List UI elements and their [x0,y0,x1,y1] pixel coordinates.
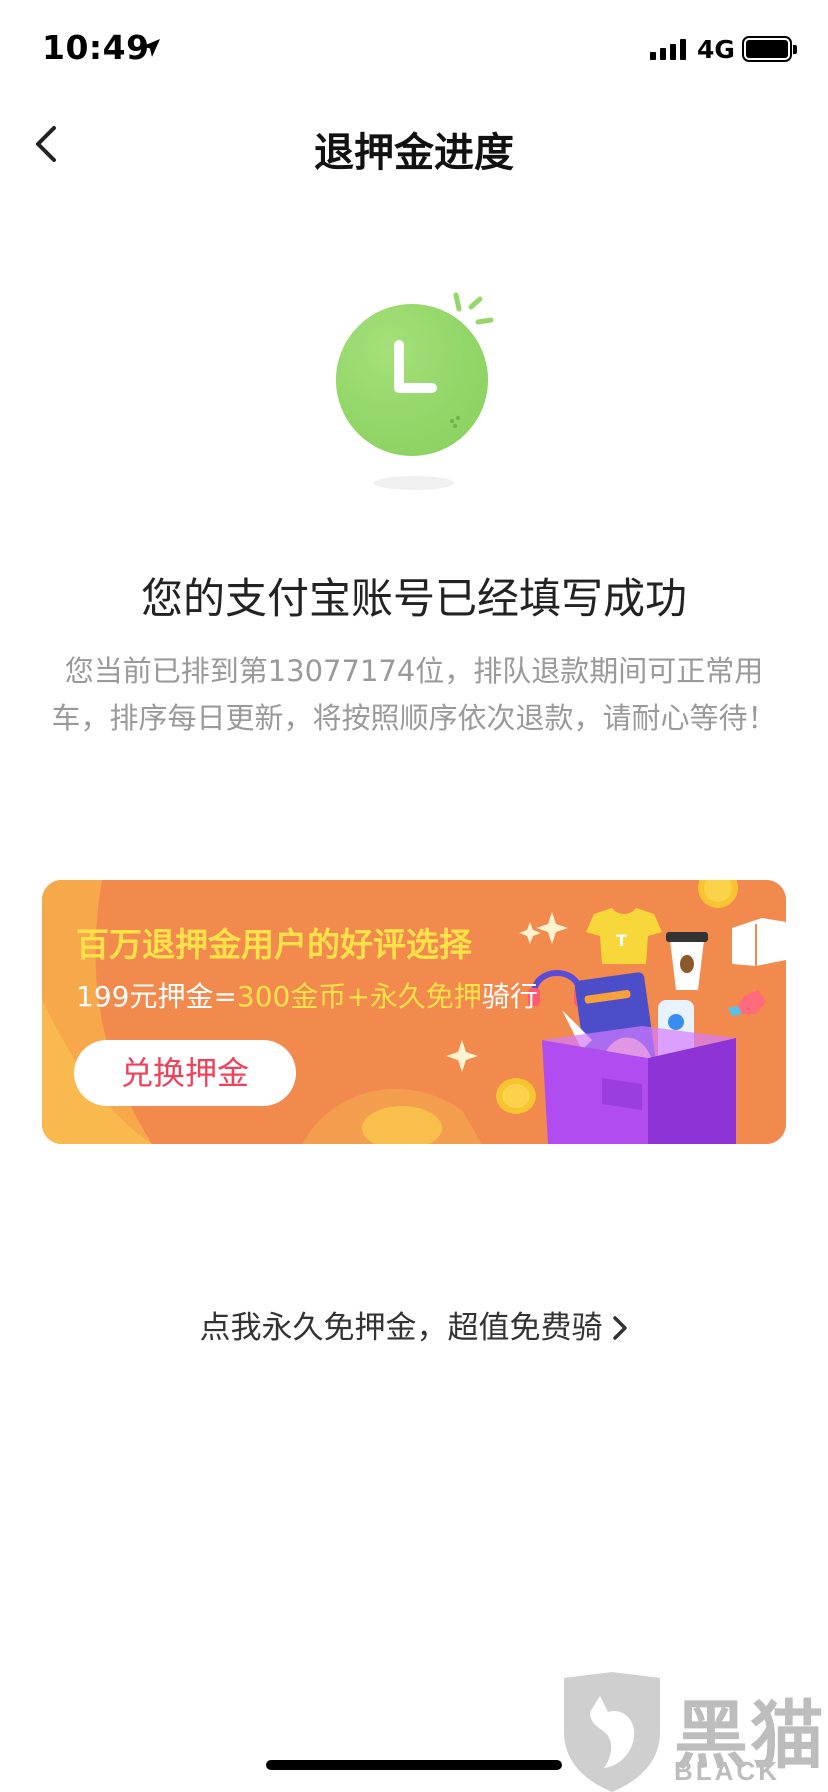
banner-sub-part3: 骑行 [481,980,538,1013]
promo-banner[interactable]: T 百万退押金用户的好评选择 199元押金=300金币+永久免押骑行 兑换押金 [42,880,786,1144]
blackcat-watermark: 黑猫 BLACK CAT [556,1672,828,1792]
watermark-en: BLACK CAT [674,1756,780,1792]
clock-illustration [330,285,510,495]
exchange-deposit-button[interactable]: 兑换押金 [74,1040,296,1106]
banner-title: 百万退押金用户的好评选择 [76,925,472,964]
nav-bar: 退押金进度 [0,100,828,188]
status-bar: 10:49 4G [0,0,828,100]
home-indicator[interactable] [266,1760,562,1770]
banner-subtitle: 199元押金=300金币+永久免押骑行 [76,975,538,1015]
free-ride-link[interactable]: 点我永久免押金，超值免费骑 [0,1302,828,1347]
result-description: 您当前已排到第13077174位，排队退款期间可正常用车，排序每日更新，将按照顺… [51,654,777,735]
network-type: 4G [697,35,735,64]
banner-sub-highlight: 300金币+永久免押 [236,980,482,1013]
svg-text:T: T [616,931,627,950]
chevron-right-icon [612,1315,627,1340]
location-arrow-icon [142,39,160,57]
battery-icon [742,36,797,62]
result-title: 您的支付宝账号已经填写成功 [140,574,687,623]
banner-sub-part1: 199元押金= [76,980,237,1013]
signal-bars-icon [650,38,686,60]
clock-icon [336,292,494,490]
free-ride-link-label: 点我永久免押金，超值免费骑 [199,1310,603,1346]
cat-shield-logo [564,1672,660,1792]
status-time: 10:49 [42,28,150,67]
page-title: 退押金进度 [314,130,514,176]
